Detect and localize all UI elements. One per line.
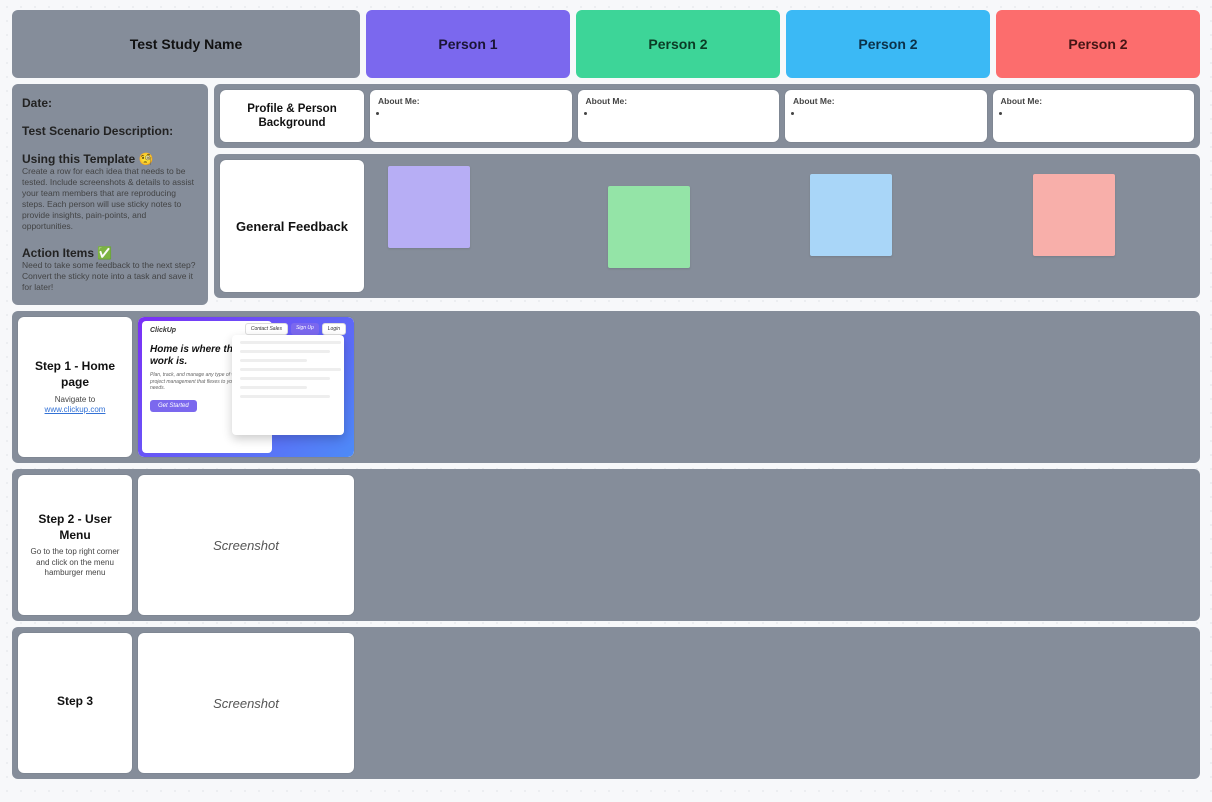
about-card-3[interactable]: About Me: — [785, 90, 987, 142]
step3-screenshot-placeholder: Screenshot — [213, 696, 279, 711]
feedback-title-card[interactable]: General Feedback — [220, 160, 364, 292]
date-label: Date: — [22, 96, 198, 110]
profile-frame: Profile & Person Background About Me: Ab… — [214, 84, 1200, 148]
step2-sub: Go to the top right corner and click on … — [24, 547, 126, 578]
step2-canvas-area[interactable] — [360, 475, 1194, 615]
about-card-1[interactable]: About Me: — [370, 90, 572, 142]
description-panel[interactable]: Date: Test Scenario Description: Using t… — [12, 84, 208, 305]
person-header-3[interactable]: Person 2 — [786, 10, 990, 78]
step-row-3[interactable]: Step 3 Screenshot — [12, 627, 1200, 779]
mock-top-pills: Contact Sales Sign Up Login — [245, 323, 346, 335]
mock-cta: Get Started — [150, 400, 197, 412]
about-label-1: About Me: — [378, 96, 420, 106]
step1-title: Step 1 - Home page — [24, 359, 126, 390]
sticky-note-person2[interactable] — [608, 186, 690, 268]
profiles-and-feedback-column: Profile & Person Background About Me: Ab… — [214, 84, 1200, 305]
step2-title: Step 2 - User Menu — [24, 512, 126, 543]
sticky-note-person3[interactable] — [810, 174, 892, 256]
step3-title-card[interactable]: Step 3 — [18, 633, 132, 773]
actions-heading: Action Items ✅ — [22, 246, 198, 260]
feedback-frame: General Feedback — [214, 154, 1200, 298]
step3-title: Step 3 — [57, 694, 93, 710]
person-header-2[interactable]: Person 2 — [576, 10, 780, 78]
mock-pill-a: Contact Sales — [245, 323, 288, 335]
step2-screenshot-placeholder: Screenshot — [213, 538, 279, 553]
step1-screenshot[interactable]: ClickUp Home is where the work is. Plan,… — [138, 317, 354, 457]
profile-title-text: Profile & Person Background — [228, 102, 356, 131]
mock-pill-b: Sign Up — [291, 323, 319, 335]
step1-title-card[interactable]: Step 1 - Home page Navigate to www.click… — [18, 317, 132, 457]
person-header-1-label: Person 1 — [438, 36, 497, 52]
feedback-title-text: General Feedback — [236, 219, 348, 234]
clickup-screenshot-mock: ClickUp Home is where the work is. Plan,… — [138, 317, 354, 457]
study-name-cell[interactable]: Test Study Name — [12, 10, 360, 78]
header-row: Test Study Name Person 1 Person 2 Person… — [12, 10, 1200, 78]
about-card-4[interactable]: About Me: — [993, 90, 1195, 142]
study-name-text: Test Study Name — [130, 36, 243, 52]
feedback-slot-3[interactable] — [785, 160, 987, 292]
row-description-and-profiles: Date: Test Scenario Description: Using t… — [12, 84, 1200, 305]
mock-pill-c: Login — [322, 323, 346, 335]
feedback-slot-1[interactable] — [370, 160, 572, 292]
step3-canvas-area[interactable] — [360, 633, 1194, 773]
about-card-2[interactable]: About Me: — [578, 90, 780, 142]
step1-link[interactable]: www.clickup.com — [45, 405, 106, 414]
step-row-1[interactable]: Step 1 - Home page Navigate to www.click… — [12, 311, 1200, 463]
step1-canvas-area[interactable] — [360, 317, 1194, 457]
about-label-3: About Me: — [793, 96, 835, 106]
template-heading: Using this Template 🧐 — [22, 152, 198, 166]
sticky-note-person1[interactable] — [388, 166, 470, 248]
sticky-note-person4[interactable] — [1033, 174, 1115, 256]
actions-body: Need to take some feedback to the next s… — [22, 260, 198, 293]
feedback-slot-2[interactable] — [578, 160, 780, 292]
person-header-4-label: Person 2 — [1068, 36, 1127, 52]
step2-screenshot[interactable]: Screenshot — [138, 475, 354, 615]
about-label-4: About Me: — [1001, 96, 1043, 106]
step1-sub: Navigate to www.clickup.com — [24, 395, 126, 416]
step-row-2[interactable]: Step 2 - User Menu Go to the top right c… — [12, 469, 1200, 621]
template-body: Create a row for each idea that needs to… — [22, 166, 198, 232]
step3-screenshot[interactable]: Screenshot — [138, 633, 354, 773]
profile-title-card[interactable]: Profile & Person Background — [220, 90, 364, 142]
usability-test-board[interactable]: Test Study Name Person 1 Person 2 Person… — [0, 0, 1212, 802]
person-header-2-label: Person 2 — [648, 36, 707, 52]
about-label-2: About Me: — [586, 96, 628, 106]
step2-title-card[interactable]: Step 2 - User Menu Go to the top right c… — [18, 475, 132, 615]
person-header-4[interactable]: Person 2 — [996, 10, 1200, 78]
scenario-label: Test Scenario Description: — [22, 124, 198, 138]
feedback-slot-4[interactable] — [993, 160, 1195, 292]
mock-app-window — [232, 335, 344, 435]
person-header-1[interactable]: Person 1 — [366, 10, 570, 78]
step1-sub-prefix: Navigate to — [55, 395, 95, 404]
person-header-3-label: Person 2 — [858, 36, 917, 52]
